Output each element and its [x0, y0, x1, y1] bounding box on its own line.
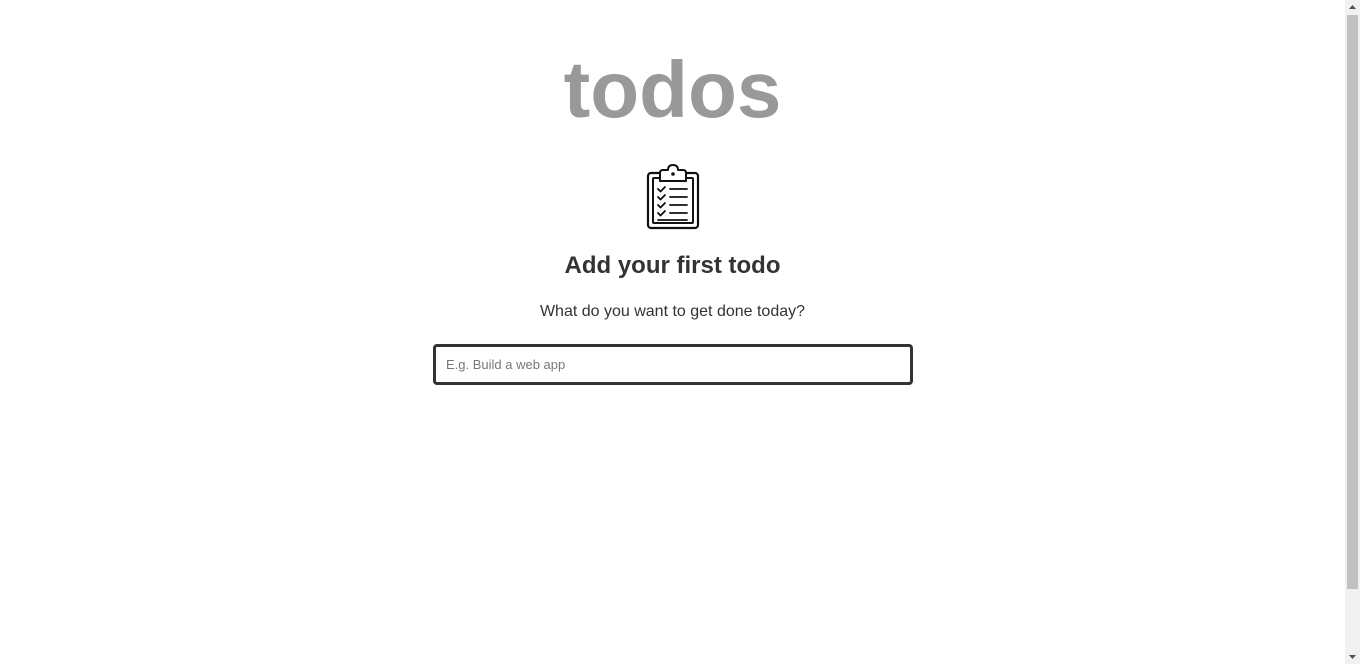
browser-viewport: todos Add your first todo What do you wa… — [0, 0, 1360, 664]
scroll-down-arrow-icon[interactable] — [1345, 649, 1360, 664]
clipboard-checklist-icon — [646, 164, 700, 230]
new-todo-input[interactable] — [433, 344, 913, 385]
empty-state-subtitle: What do you want to get done today? — [539, 303, 806, 320]
vertical-scrollbar[interactable] — [1345, 0, 1360, 664]
todo-app: todos Add your first todo What do you wa… — [0, 0, 1345, 664]
scroll-up-arrow-icon[interactable] — [1345, 0, 1360, 15]
app-title: todos — [563, 45, 782, 134]
scrollbar-thumb[interactable] — [1347, 15, 1358, 589]
empty-state-heading: Add your first todo — [564, 252, 781, 279]
